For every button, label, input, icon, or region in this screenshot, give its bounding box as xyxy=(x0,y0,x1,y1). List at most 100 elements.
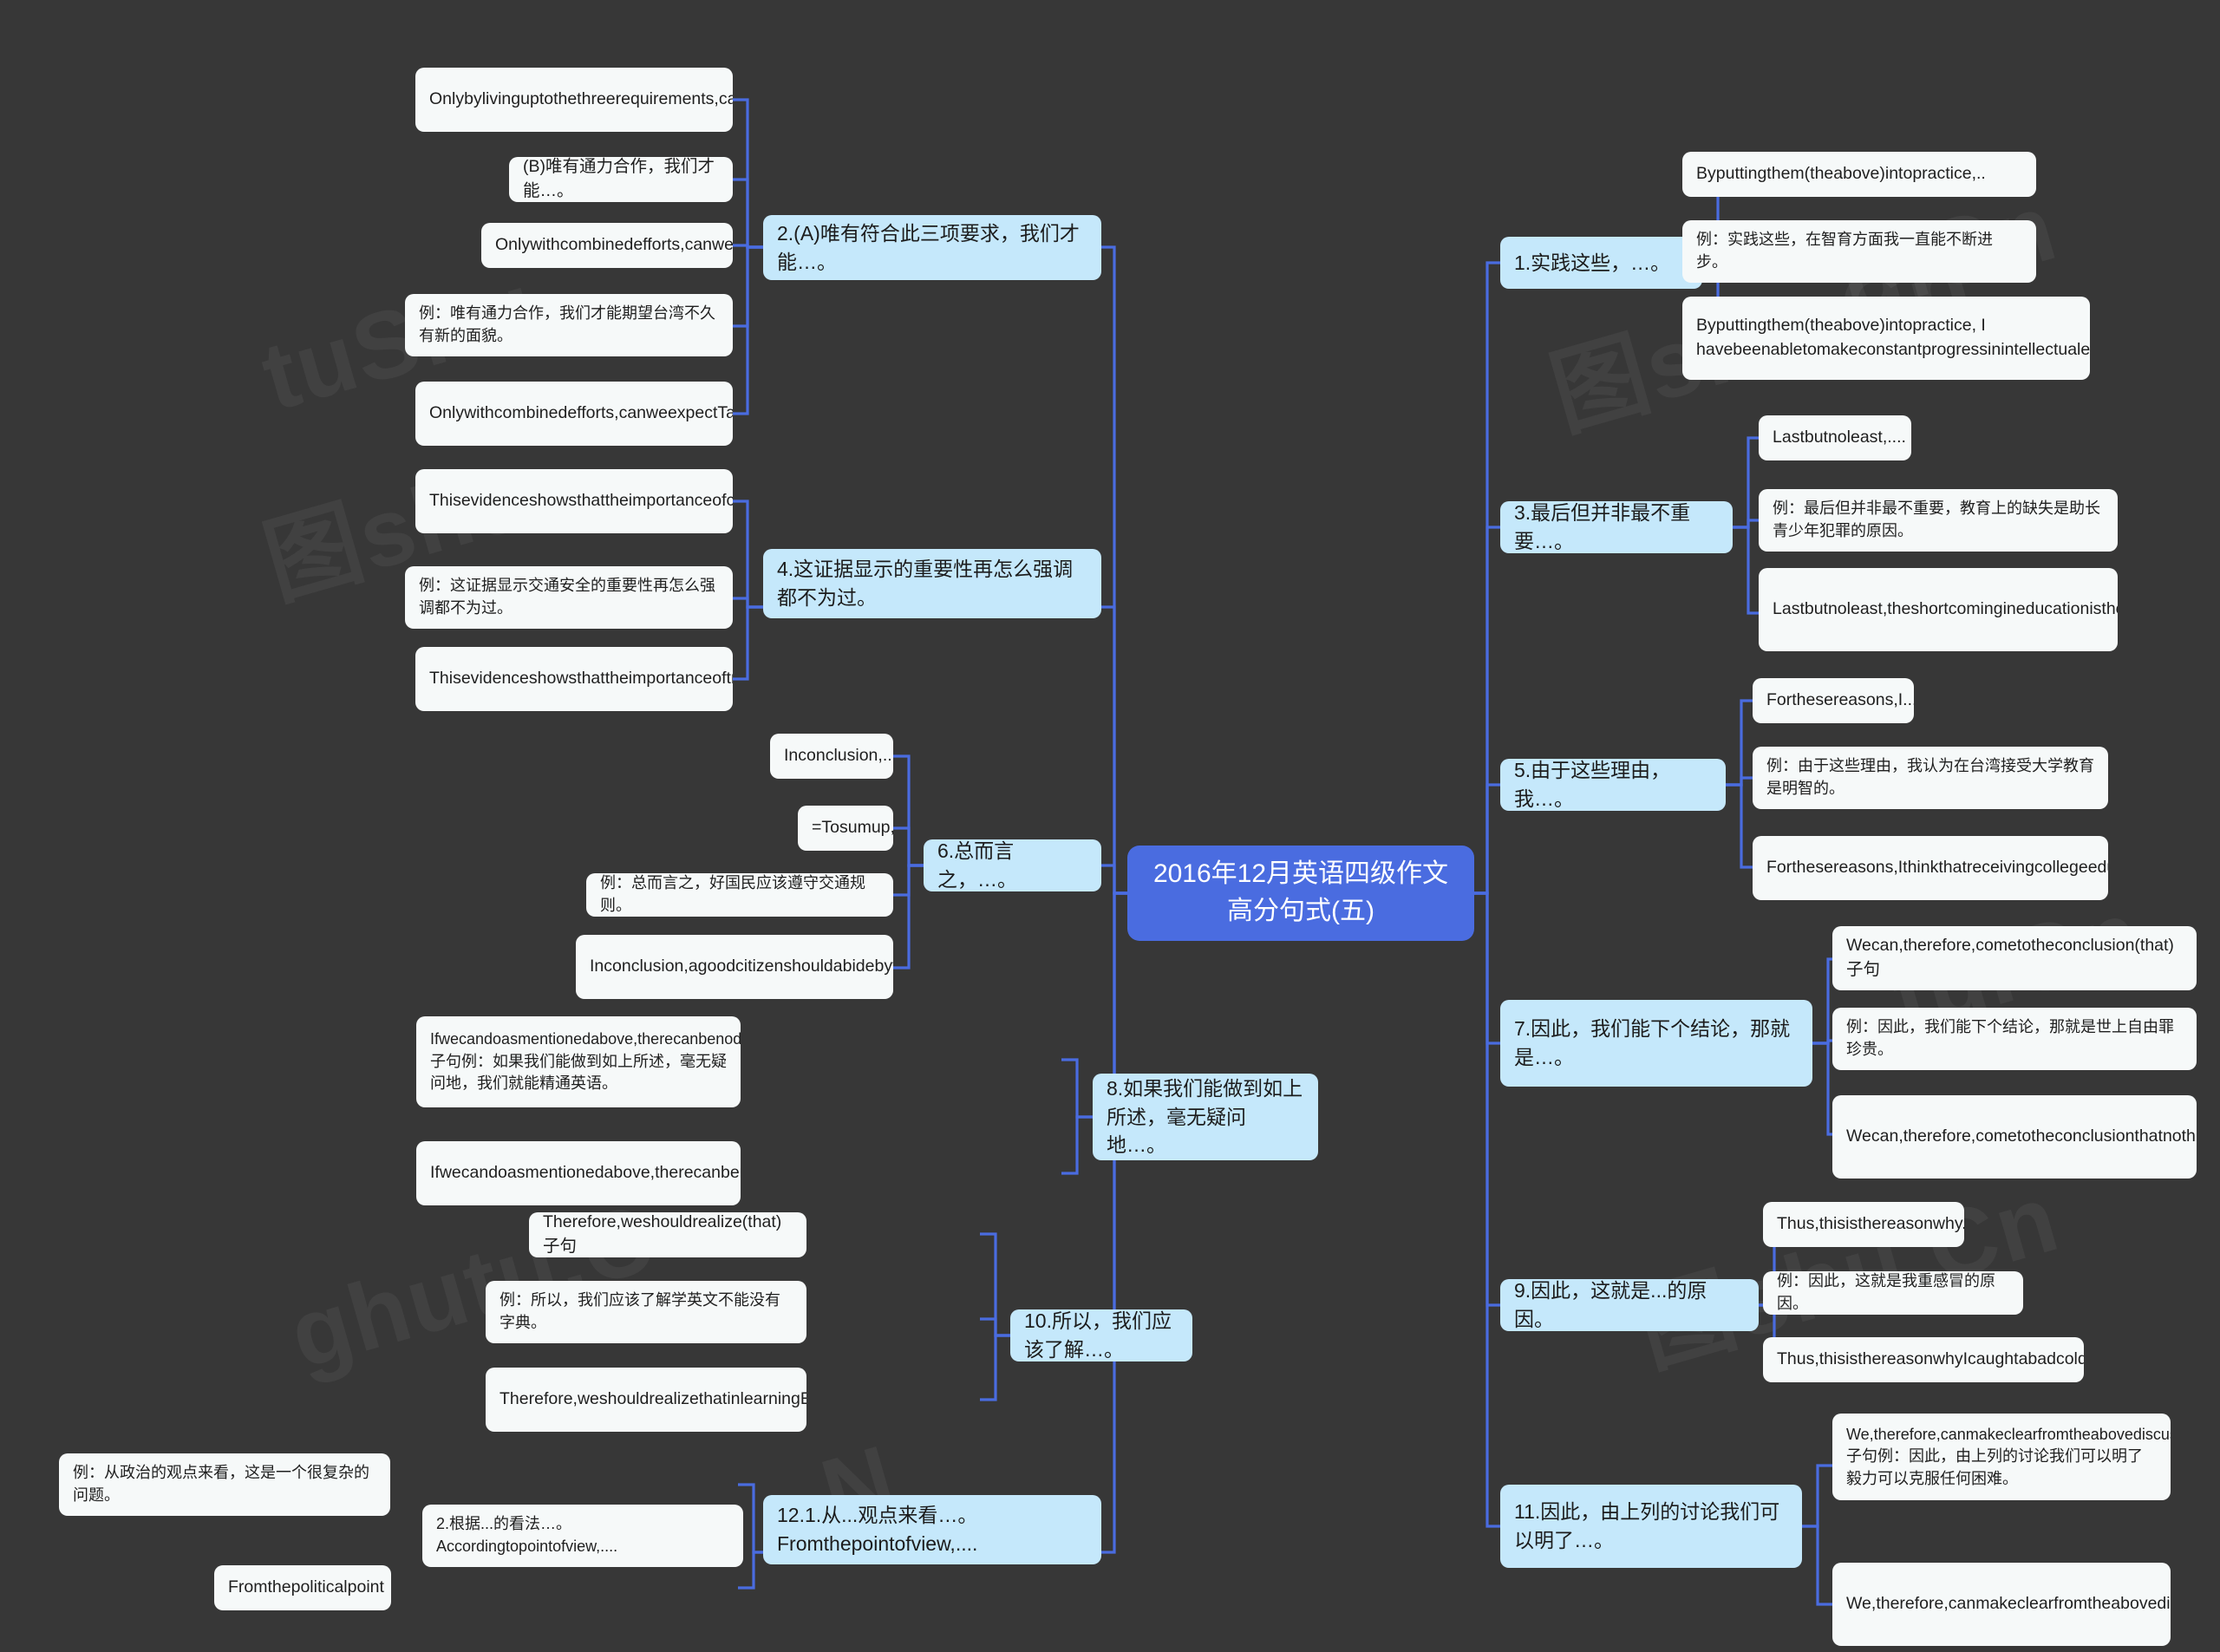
leaf-label: Fromthepoliticalpoint xyxy=(228,1577,384,1597)
leaf-label: 例：所以，我们应该了解学英文不能没有字典。 xyxy=(500,1291,780,1331)
leaf-node[interactable]: (B)唯有通力合作，我们才能…。 xyxy=(509,157,733,202)
leaf-node[interactable]: Byputtingthem(theabove)intopractice,.. xyxy=(1682,152,2036,197)
leaf-node[interactable]: =Tosumup,. xyxy=(798,806,893,851)
leaf-node[interactable]: 例：最后但并非最不重要，教育上的缺失是助长青少年犯罪的原因。 xyxy=(1759,489,2118,552)
leaf-label: Therefore,weshouldrealize(that)子句 xyxy=(543,1212,782,1256)
leaf-label: Wecan,therefore,cometotheconclusion(that… xyxy=(1846,936,2174,979)
leaf-node[interactable]: Inconclusion,.... xyxy=(770,734,893,779)
leaf-node[interactable]: We,therefore,canmakeclearfromtheabovedis… xyxy=(1832,1563,2171,1646)
leaf-node[interactable]: Therefore,weshouldrealize(that)子句 xyxy=(529,1212,806,1257)
branch-node-right-4[interactable]: 7.因此，我们能下个结论，那就是…。 xyxy=(1500,1000,1812,1087)
leaf-node[interactable]: Forthesereasons,I.... xyxy=(1753,678,1914,723)
leaf-label: Forthesereasons,I.... xyxy=(1766,690,1914,710)
leaf-label: Lastbutnoleast,theshortcomingineducation… xyxy=(1773,599,2118,619)
branch-node-left-6[interactable]: 12.1.从...观点来看…。Fromthepointofview,.... xyxy=(763,1495,1101,1564)
root-node[interactable]: 2016年12月英语四级作文高分句式(五) xyxy=(1127,846,1474,941)
branch-label: 2.(A)唯有符合此三项要求，我们才能…。 xyxy=(777,221,1080,273)
leaf-label: Ifwecandoasmentionedabove,therecanbenodo… xyxy=(430,1163,741,1183)
leaf-node[interactable]: Onlybylivinguptothethreerequirements,can… xyxy=(415,68,733,132)
leaf-node[interactable]: Wecan,therefore,cometotheconclusionthatn… xyxy=(1832,1095,2197,1179)
leaf-node[interactable]: Lastbutnoleast,theshortcomingineducation… xyxy=(1759,568,2118,651)
branch-node-left-3[interactable]: 6.总而言之，…。 xyxy=(924,839,1101,891)
leaf-node[interactable]: Inconclusion,agoodcitizenshouldabidebytr… xyxy=(576,935,893,999)
leaf-label: Onlywithcombinedefforts,canwe.. xyxy=(495,235,733,255)
leaf-node[interactable]: 例：由于这些理由，我认为在台湾接受大学教育是明智的。 xyxy=(1753,747,2108,809)
leaf-node[interactable]: Thisevidenceshowsthattheimportanceofcann… xyxy=(415,469,733,533)
leaf-node[interactable]: 例：这证据显示交通安全的重要性再怎么强调都不为过。 xyxy=(405,566,733,629)
leaf-node[interactable]: Forthesereasons,Ithinkthatreceivingcolle… xyxy=(1753,836,2108,900)
branch-label: 5.由于这些理由，我…。 xyxy=(1514,759,1671,810)
leaf-label: 例：实践这些，在智育方面我一直能不断进步。 xyxy=(1696,231,1993,271)
leaf-node[interactable]: Fromthepoliticalpoint xyxy=(214,1565,391,1610)
leaf-label: Thisevidenceshowsthattheimportanceofcann… xyxy=(429,491,733,511)
leaf-label: (B)唯有通力合作，我们才能…。 xyxy=(523,157,715,200)
leaf-label: We,therefore,canmakeclearfromtheabovedis… xyxy=(1846,1425,2171,1487)
branch-node-right-3[interactable]: 5.由于这些理由，我…。 xyxy=(1500,759,1726,811)
leaf-node[interactable]: 例：所以，我们应该了解学英文不能没有字典。 xyxy=(486,1281,806,1343)
leaf-node[interactable]: 例：从政治的观点来看，这是一个很复杂的问题。 xyxy=(59,1453,390,1516)
leaf-node[interactable]: Byputtingthem(theabove)intopractice, I h… xyxy=(1682,297,2090,380)
leaf-node[interactable]: Lastbutnoleast,.... xyxy=(1759,415,1911,460)
branch-label: 10.所以，我们应该了解…。 xyxy=(1024,1309,1172,1361)
branch-label: 3.最后但并非最不重要…。 xyxy=(1514,501,1691,552)
leaf-node[interactable]: 例：因此，这就是我重感冒的原因。 xyxy=(1763,1271,2023,1315)
leaf-label: Lastbutnoleast,.... xyxy=(1773,428,1906,447)
leaf-node[interactable]: Thus,thisisthereasonwhy.. xyxy=(1763,1202,1964,1247)
leaf-label: Thus,thisisthereasonwhyIcaughtabadcold. xyxy=(1777,1349,2084,1369)
branch-node-right-1[interactable]: 1.实践这些，…。 xyxy=(1500,237,1702,289)
leaf-label: Therefore,weshouldrealizethatinlearningE… xyxy=(500,1389,806,1409)
root-node-label: 2016年12月英语四级作文高分句式(五) xyxy=(1152,859,1449,925)
leaf-node[interactable]: 2.根据...的看法…。Accordingtopointofview,.... xyxy=(422,1505,743,1567)
branch-node-right-2[interactable]: 3.最后但并非最不重要…。 xyxy=(1500,501,1733,553)
branch-node-right-5[interactable]: 9.因此，这就是...的原因。 xyxy=(1500,1279,1759,1331)
branch-node-left-2[interactable]: 4.这证据显示的重要性再怎么强调都不为过。 xyxy=(763,549,1101,618)
leaf-label: =Tosumup,. xyxy=(812,818,893,838)
leaf-label: Thisevidenceshowsthattheimportanceoftraf… xyxy=(429,669,733,689)
branch-node-left-5[interactable]: 10.所以，我们应该了解…。 xyxy=(1010,1309,1192,1361)
leaf-node[interactable]: 例：因此，我们能下个结论，那就是世上自由罪珍贵。 xyxy=(1832,1008,2197,1070)
leaf-node[interactable]: Onlywithcombinedefforts,canweexpectTaiwa… xyxy=(415,382,733,446)
leaf-label: 例：因此，这就是我重感冒的原因。 xyxy=(1777,1272,1995,1312)
leaf-node[interactable]: 例：实践这些，在智育方面我一直能不断进步。 xyxy=(1682,220,2036,283)
leaf-node[interactable]: We,therefore,canmakeclearfromtheabovedis… xyxy=(1832,1414,2171,1500)
branch-node-right-6[interactable]: 11.因此，由上列的讨论我们可以明了…。 xyxy=(1500,1485,1802,1568)
leaf-label: Inconclusion,.... xyxy=(784,746,893,766)
leaf-label: Byputtingthem(theabove)intopractice,.. xyxy=(1696,164,1986,184)
mindmap-canvas: tuShu 图shu ghutu.C 图shu.Cn u.Cn tu.Cn 图s… xyxy=(0,0,2220,1652)
branch-label: 7.因此，我们能下个结论，那就是…。 xyxy=(1514,1017,1791,1068)
leaf-node[interactable]: Thus,thisisthereasonwhyIcaughtabadcold. xyxy=(1763,1337,2084,1382)
branch-label: 11.因此，由上列的讨论我们可以明了…。 xyxy=(1514,1500,1780,1551)
branch-label: 1.实践这些，…。 xyxy=(1514,251,1671,274)
branch-label: 4.这证据显示的重要性再怎么强调都不为过。 xyxy=(777,558,1074,609)
leaf-label: We,therefore,canmakeclearfromtheabovedis… xyxy=(1846,1594,2171,1614)
leaf-node[interactable]: Onlywithcombinedefforts,canwe.. xyxy=(481,223,733,268)
leaf-node[interactable]: Ifwecandoasmentionedabove,therecanbenodo… xyxy=(416,1141,741,1205)
leaf-label: Ifwecandoasmentionedabove,therecanbenodo… xyxy=(430,1030,741,1093)
leaf-node[interactable]: Thisevidenceshowsthattheimportanceoftraf… xyxy=(415,647,733,711)
leaf-label: Thus,thisisthereasonwhy.. xyxy=(1777,1214,1964,1234)
leaf-node[interactable]: 例：总而言之，好国民应该遵守交通规则。 xyxy=(586,873,893,917)
leaf-node[interactable]: Wecan,therefore,cometotheconclusion(that… xyxy=(1832,926,2197,990)
leaf-label: 例：总而言之，好国民应该遵守交通规则。 xyxy=(600,874,865,914)
leaf-label: Wecan,therefore,cometotheconclusionthatn… xyxy=(1846,1126,2197,1146)
branch-label: 8.如果我们能做到如上所述，毫无疑问地…。 xyxy=(1107,1077,1303,1157)
leaf-label: 2.根据...的看法…。Accordingtopointofview,.... xyxy=(436,1515,618,1555)
leaf-label: 例：从政治的观点来看，这是一个很复杂的问题。 xyxy=(73,1464,369,1504)
leaf-node[interactable]: Ifwecandoasmentionedabove,therecanbenodo… xyxy=(416,1016,741,1107)
leaf-label: 例：唯有通力合作，我们才能期望台湾不久有新的面貌。 xyxy=(419,304,715,344)
leaf-label: Onlybylivinguptothethreerequirements,can… xyxy=(429,89,733,109)
leaf-label: 例：由于这些理由，我认为在台湾接受大学教育是明智的。 xyxy=(1766,757,2094,797)
branch-label: 9.因此，这就是...的原因。 xyxy=(1514,1279,1707,1330)
leaf-node[interactable]: Therefore,weshouldrealizethatinlearningE… xyxy=(486,1368,806,1432)
branch-node-left-1[interactable]: 2.(A)唯有符合此三项要求，我们才能…。 xyxy=(763,215,1101,280)
branch-label: 12.1.从...观点来看…。Fromthepointofview,.... xyxy=(777,1504,978,1555)
branch-node-left-4[interactable]: 8.如果我们能做到如上所述，毫无疑问地…。 xyxy=(1093,1074,1318,1160)
leaf-label: Inconclusion,agoodcitizenshouldabidebytr… xyxy=(590,957,893,976)
leaf-label: Forthesereasons,Ithinkthatreceivingcolle… xyxy=(1766,858,2108,878)
leaf-label: 例：因此，我们能下个结论，那就是世上自由罪珍贵。 xyxy=(1846,1018,2174,1058)
leaf-label: Byputtingthem(theabove)intopractice, I h… xyxy=(1696,316,2090,359)
leaf-label: 例：最后但并非最不重要，教育上的缺失是助长青少年犯罪的原因。 xyxy=(1773,500,2100,539)
leaf-node[interactable]: 例：唯有通力合作，我们才能期望台湾不久有新的面貌。 xyxy=(405,294,733,356)
branch-label: 6.总而言之，…。 xyxy=(937,839,1017,891)
leaf-label: 例：这证据显示交通安全的重要性再怎么强调都不为过。 xyxy=(419,577,715,617)
